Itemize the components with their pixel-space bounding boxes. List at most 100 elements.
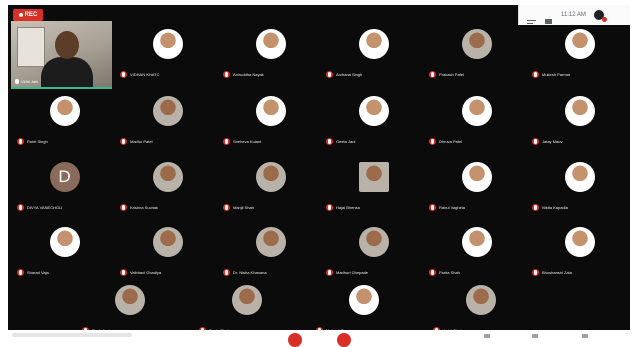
avatar (49, 227, 80, 257)
leave-call-button[interactable] (337, 333, 351, 347)
avatar (358, 96, 389, 126)
mic-off-icon (223, 204, 230, 211)
meeting-details-link[interactable] (12, 333, 132, 337)
participant-label: Aniruddha Nayak (223, 71, 264, 78)
participant-tile[interactable]: Sharad Vaja (13, 219, 116, 281)
participant-tile[interactable]: Pooja Shah (195, 277, 298, 330)
participant-name: Madhu Patel (130, 139, 153, 144)
avatar (564, 29, 595, 59)
participant-tile[interactable]: Dr. Nisha Khanana (219, 219, 322, 281)
participant-label: Krishna Suchak (120, 204, 158, 211)
mic-off-icon (326, 71, 333, 78)
mic-off-icon (17, 138, 24, 145)
participant-tile[interactable]: Ruch Jani (78, 277, 181, 330)
participant-label: Mukesh Parmar (532, 71, 570, 78)
mic-off-icon (532, 138, 539, 145)
participant-tile[interactable]: Vaibhavi Ghadiya (116, 219, 219, 281)
avatar[interactable] (593, 10, 607, 22)
participant-tile[interactable]: Sneheva Kulant (219, 88, 322, 150)
avatar (465, 285, 496, 315)
avatar (152, 29, 183, 59)
participant-label: Nikita Kapadia (532, 204, 568, 211)
mic-off-icon (17, 204, 24, 211)
mic-off-icon (532, 204, 539, 211)
self-head (55, 31, 79, 59)
participant-name: Krishna Suchak (130, 205, 159, 210)
participant-tile[interactable]: Mukesh Parmar (528, 21, 630, 83)
avatar (152, 227, 183, 257)
mic-off-icon (532, 269, 539, 276)
participant-tile[interactable]: Prakash Patel (425, 21, 528, 83)
mic-off-icon (17, 269, 24, 276)
mic-off-icon (120, 71, 127, 78)
avatar (358, 227, 389, 257)
participant-tile[interactable]: Madhu Patel (116, 88, 219, 150)
participant-tile[interactable]: Rahul Vaghela (425, 154, 528, 216)
participant-tile[interactable]: Hajal Bhensa (322, 154, 425, 216)
self-view-tile[interactable]: Vidhi Jain (11, 21, 112, 89)
participant-label: Dr. Nisha Khanana (223, 269, 267, 276)
mic-off-icon (326, 138, 333, 145)
mic-on-icon (15, 79, 19, 84)
participant-tile[interactable]: Antal Shah (429, 277, 532, 330)
mic-off-icon (120, 138, 127, 145)
chat-icon[interactable] (544, 12, 553, 24)
participant-label: Sneheva Kulant (223, 138, 261, 145)
participant-label: Parita Shah (429, 269, 460, 276)
avatar-initial: D (49, 162, 80, 192)
avatar (564, 96, 595, 126)
participant-name: Bhushanshi Zala (542, 270, 572, 275)
mic-off-icon (120, 204, 127, 211)
background-window (17, 27, 45, 67)
avatar (461, 162, 492, 192)
participant-tile[interactable]: Manjil Shah (219, 154, 322, 216)
participant-tile[interactable]: Dhruva Patel (425, 88, 528, 150)
avatar (231, 285, 262, 315)
participant-label: Dhruva Patel (429, 138, 462, 145)
participant-tile[interactable]: Nikita Kapadia (528, 154, 630, 216)
meeting-time: 11:12 AM (561, 12, 586, 18)
participant-tile[interactable]: D DIVYA VANECHGLI (13, 154, 116, 216)
avatar (348, 285, 379, 315)
participant-tile[interactable]: Archana Singh (322, 21, 425, 83)
participant-name: Hajal Bhensa (336, 205, 360, 210)
participant-label: Prakash Patel (429, 71, 464, 78)
avatar (461, 96, 492, 126)
mic-toggle-button[interactable] (288, 333, 302, 347)
participant-tile[interactable]: Bhushanshi Zala (528, 219, 630, 281)
participant-name: Vaibhavi Ghadiya (130, 270, 162, 275)
participant-tile[interactable]: Aniruddha Nayak (219, 21, 322, 83)
participant-label: VIDHAN KHATC (120, 71, 159, 78)
present-icon[interactable] (532, 334, 538, 338)
participant-tile[interactable]: Jatay Mauv (528, 88, 630, 150)
participant-label: Madhu Patel (120, 138, 152, 145)
people-icon[interactable] (527, 12, 536, 24)
avatar (461, 227, 492, 257)
captions-icon[interactable] (484, 334, 490, 338)
participant-tile[interactable]: Mukesh Parmar (312, 277, 415, 330)
recording-label: REC (24, 12, 38, 18)
avatar (152, 162, 183, 192)
participant-tile[interactable]: Rohit Singh (13, 88, 116, 150)
mic-off-icon (429, 138, 436, 145)
participant-name: Madhuri Ghepade (336, 270, 369, 275)
participant-label: Rahul Vaghela (429, 204, 465, 211)
layout-icon[interactable] (582, 334, 588, 338)
record-dot-icon (18, 13, 23, 17)
participant-tile[interactable]: Madhuri Ghepade (322, 219, 425, 281)
recording-badge: REC (13, 9, 43, 21)
mic-off-icon (326, 204, 333, 211)
mic-off-icon (223, 138, 230, 145)
participant-tile[interactable]: Krishna Suchak (116, 154, 219, 216)
participant-tile[interactable]: Parita Shah (425, 219, 528, 281)
participant-name: Mukesh Parmar (542, 72, 571, 77)
participant-label: Sharad Vaja (17, 269, 49, 276)
avatar (49, 96, 80, 126)
avatar (461, 29, 492, 59)
participant-tile[interactable]: Geeta Jani (322, 88, 425, 150)
participant-name: Nikita Kapadia (542, 205, 568, 210)
participant-label: Jatay Mauv (532, 138, 562, 145)
participant-label: Madhuri Ghepade (326, 269, 368, 276)
participant-label: Archana Singh (326, 71, 362, 78)
participant-tile[interactable]: VIDHAN KHATC (116, 21, 219, 83)
